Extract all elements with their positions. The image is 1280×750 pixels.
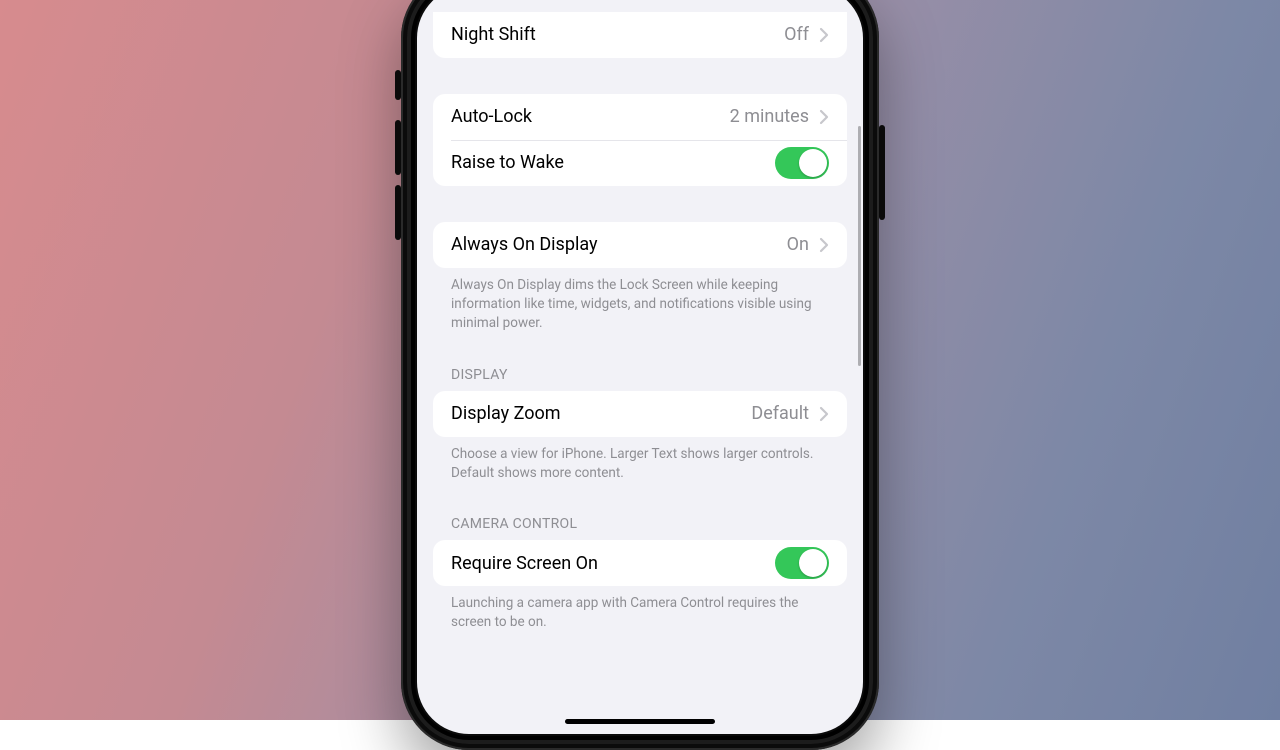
chevron-right-icon <box>819 406 829 422</box>
settings-scroll[interactable]: Night Shift Off Auto-Lock 2 minutes <box>417 0 863 734</box>
volume-down-button <box>395 185 401 240</box>
side-button <box>879 125 885 220</box>
raise-to-wake-label: Raise to Wake <box>451 152 775 174</box>
require-screen-on-label: Require Screen On <box>451 553 775 575</box>
chevron-right-icon <box>819 109 829 125</box>
aod-group: Always On Display On <box>433 222 847 268</box>
raise-to-wake-row: Raise to Wake <box>433 140 847 186</box>
screen: Night Shift Off Auto-Lock 2 minutes <box>417 0 863 734</box>
chevron-right-icon <box>819 237 829 253</box>
scroll-indicator <box>858 126 861 366</box>
always-on-display-label: Always On Display <box>451 234 787 256</box>
night-shift-label: Night Shift <box>451 24 784 46</box>
night-shift-value: Off <box>784 24 809 46</box>
auto-lock-value: 2 minutes <box>730 106 809 128</box>
camera-control-section-header: CAMERA CONTROL <box>433 516 847 540</box>
night-shift-row[interactable]: Night Shift Off <box>433 12 847 58</box>
auto-lock-row[interactable]: Auto-Lock 2 minutes <box>433 94 847 140</box>
always-on-display-row[interactable]: Always On Display On <box>433 222 847 268</box>
always-on-display-value: On <box>787 234 809 256</box>
mute-switch <box>395 70 401 100</box>
require-screen-on-toggle[interactable] <box>775 547 829 579</box>
brightness-group: Night Shift Off <box>433 12 847 58</box>
display-group: Display Zoom Default <box>433 391 847 437</box>
display-zoom-footer: Choose a view for iPhone. Larger Text sh… <box>433 437 847 483</box>
camera-control-group: Require Screen On <box>433 540 847 586</box>
raise-to-wake-toggle[interactable] <box>775 147 829 179</box>
lock-group: Auto-Lock 2 minutes Raise to Wake <box>433 94 847 186</box>
display-section-header: DISPLAY <box>433 367 847 391</box>
always-on-display-footer: Always On Display dims the Lock Screen w… <box>433 268 847 333</box>
display-zoom-row[interactable]: Display Zoom Default <box>433 391 847 437</box>
phone-frame: Night Shift Off Auto-Lock 2 minutes <box>401 0 879 750</box>
require-screen-on-row: Require Screen On <box>433 540 847 586</box>
display-zoom-label: Display Zoom <box>451 403 751 425</box>
volume-up-button <box>395 120 401 175</box>
display-zoom-value: Default <box>751 403 809 425</box>
auto-lock-label: Auto-Lock <box>451 106 730 128</box>
chevron-right-icon <box>819 27 829 43</box>
require-screen-on-footer: Launching a camera app with Camera Contr… <box>433 586 847 632</box>
